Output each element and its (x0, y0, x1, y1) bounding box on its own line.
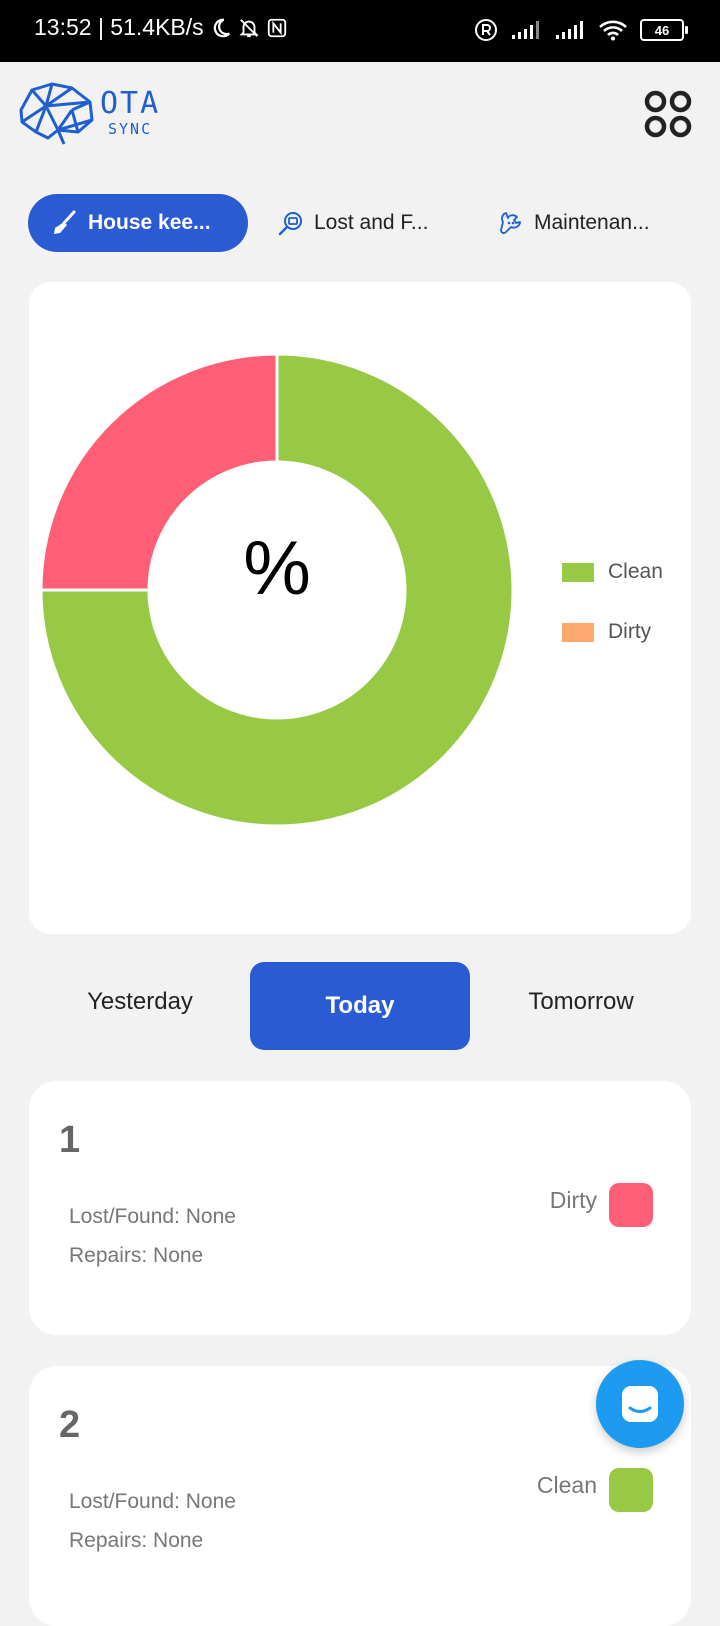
signal-icon-2 (554, 20, 586, 40)
broom-icon (52, 210, 78, 236)
bell-off-icon (238, 17, 260, 39)
legend-item-dirty: Dirty (562, 602, 663, 662)
tab-tomorrow[interactable]: Tomorrow (490, 958, 672, 1046)
app-logo: OTA SYNC (18, 80, 178, 150)
tab-maintenance[interactable]: Maintenan... (498, 194, 650, 252)
room-repairs: Repairs: None (69, 1244, 204, 1267)
status-bar: 13:52 | 51.4KB/s 46 (0, 0, 720, 62)
lost-found-icon (278, 210, 304, 236)
legend-label: Dirty (608, 620, 652, 643)
signal-icon (510, 20, 542, 40)
wifi-icon (598, 19, 628, 41)
room-status-swatch (609, 1183, 653, 1227)
chat-icon (622, 1386, 658, 1422)
tab-yesterday[interactable]: Yesterday (52, 958, 228, 1046)
room-card[interactable]: 1 Lost/Found: None Repairs: None Dirty (29, 1081, 691, 1335)
category-tabs: House kee... Lost and F... Maintenan... (28, 194, 708, 254)
legend-swatch-clean (562, 562, 594, 582)
tab-lost-found[interactable]: Lost and F... (278, 194, 428, 252)
room-status-label: Clean (536, 1472, 597, 1498)
room-number: 2 (59, 1404, 81, 1446)
legend-item-clean: Clean (562, 542, 663, 602)
room-lost-found: Lost/Found: None (69, 1205, 236, 1228)
maintenance-icon (498, 210, 524, 236)
tab-label: House kee... (88, 211, 211, 234)
grid-menu-button[interactable] (644, 90, 692, 138)
legend-label: Clean (608, 560, 663, 583)
donut-slice-dirty[interactable] (39, 352, 279, 592)
chart-card: % Clean Dirty (29, 282, 691, 934)
brain-icon (19, 82, 94, 145)
registered-icon (474, 18, 498, 42)
chart-legend: Clean Dirty (562, 542, 663, 662)
status-time-speed: 13:52 | 51.4KB/s (34, 14, 204, 40)
room-lost-found: Lost/Found: None (69, 1490, 236, 1513)
tab-label: Lost and F... (314, 211, 429, 234)
room-number: 1 (59, 1119, 81, 1161)
day-tabs: Yesterday Today Tomorrow (0, 962, 720, 1052)
room-status-swatch (609, 1468, 653, 1512)
nfc-icon (266, 17, 288, 39)
room-status-label: Dirty (549, 1187, 597, 1213)
room-repairs: Repairs: None (69, 1529, 204, 1552)
status-right: 46 (474, 18, 688, 42)
moon-icon (210, 17, 232, 39)
tab-today[interactable]: Today (250, 962, 470, 1050)
logo-main-text: OTA (100, 86, 161, 121)
status-left: 13:52 | 51.4KB/s (34, 14, 288, 41)
tab-label: Maintenan... (534, 211, 650, 234)
room-card[interactable]: 2 Lost/Found: None Repairs: None Clean (29, 1366, 691, 1626)
logo-sub-text: SYNC (108, 120, 153, 138)
donut-center-label: % (243, 526, 311, 611)
legend-swatch-dirty (562, 622, 594, 642)
chat-button[interactable] (596, 1360, 684, 1448)
battery-icon: 46 (640, 19, 688, 41)
grid-icon (644, 90, 692, 138)
tab-housekeeping[interactable]: House kee... (28, 194, 248, 252)
